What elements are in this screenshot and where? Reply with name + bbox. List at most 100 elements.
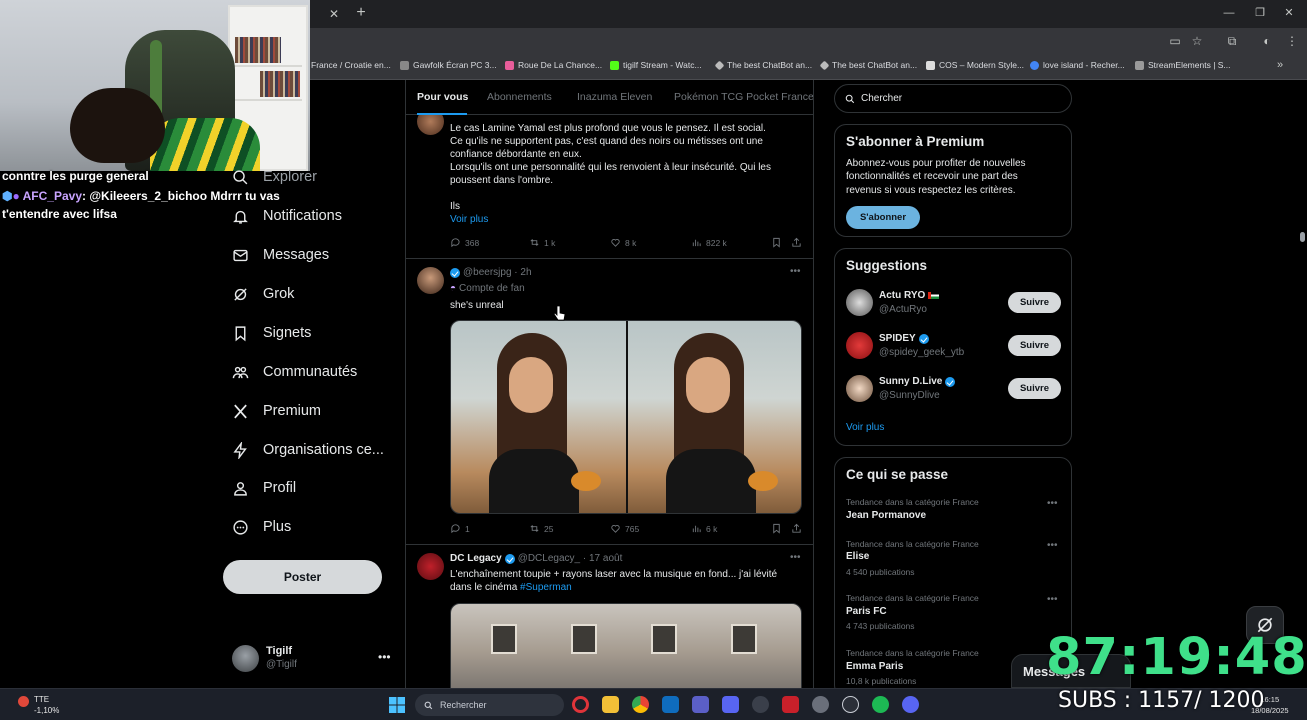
trend-more-icon[interactable]: ••• [1047, 498, 1058, 509]
suggestion-handle: @spidey_geek_ytb [879, 347, 965, 358]
opera-icon[interactable] [572, 696, 589, 713]
trend-name[interactable]: Elise [846, 551, 869, 562]
see-more-link[interactable]: Voir plus [450, 213, 806, 226]
share-button[interactable] [791, 523, 802, 534]
bookmark-item[interactable]: The best ChatBot an... [819, 60, 917, 70]
taskbar-search[interactable]: Rechercher [415, 694, 564, 716]
profile-name[interactable]: Tigilf [266, 645, 292, 657]
bookmark-item[interactable]: tigilf Stream - Watc... [610, 60, 702, 70]
tweet-media[interactable] [450, 320, 802, 514]
tweet-media[interactable] [450, 603, 802, 688]
nav-organizations[interactable]: Organisations ce... [232, 437, 384, 463]
close-tab-icon[interactable]: ✕ [326, 6, 342, 22]
maximize-icon[interactable]: ❐ [1250, 5, 1270, 21]
suggestion-name[interactable]: SPIDEY [879, 333, 929, 344]
bookmark-item[interactable]: StreamElements | S... [1135, 60, 1231, 70]
tweet-handle[interactable]: @DCLegacy_ · 17 août [518, 553, 623, 564]
windows-start-icon[interactable] [389, 697, 405, 713]
heart-icon [611, 525, 620, 533]
nav-more[interactable]: Plus [232, 514, 291, 540]
minimize-icon[interactable]: — [1219, 5, 1239, 21]
avatar[interactable] [417, 553, 444, 580]
trend-more-icon[interactable]: ••• [1047, 594, 1058, 605]
scrollbar[interactable] [1298, 80, 1307, 688]
nav-notifications[interactable]: Notifications [232, 203, 342, 229]
teams-icon[interactable] [692, 696, 709, 713]
subscribe-button[interactable]: S'abonner [846, 206, 920, 229]
avatar[interactable] [232, 645, 259, 672]
like-button[interactable]: 8 k [610, 237, 636, 248]
media-player-icon[interactable] [842, 696, 859, 713]
outlook-icon[interactable] [662, 696, 679, 713]
avatar[interactable] [846, 375, 873, 402]
follow-button[interactable]: Suivre [1008, 292, 1061, 313]
nav-premium[interactable]: Premium [232, 398, 321, 424]
nav-messages[interactable]: Messages [232, 242, 329, 268]
nav-profile[interactable]: Profil [232, 475, 296, 501]
bookmark-item[interactable]: COS – Modern Style... [926, 60, 1024, 70]
nav-explore[interactable]: Explorer [232, 164, 317, 190]
suggestion-name[interactable]: Actu RYO [879, 290, 940, 301]
tab-for-you[interactable]: Pour vous [417, 91, 468, 103]
new-tab-icon[interactable]: + [352, 4, 370, 22]
tab-following[interactable]: Abonnements [487, 91, 552, 103]
repost-button[interactable]: 1 k [529, 237, 555, 248]
share-button[interactable] [791, 237, 802, 248]
bookmark-item[interactable]: France / Croatie en... [311, 60, 391, 70]
nav-grok[interactable]: Grok [232, 281, 294, 307]
tweet-photo[interactable] [628, 321, 801, 513]
cast-icon[interactable]: ▭ [1167, 33, 1183, 49]
avatar[interactable] [846, 289, 873, 316]
views-button[interactable]: 822 k [691, 237, 727, 248]
bookmark-button[interactable] [771, 523, 782, 534]
reply-button[interactable]: 1 [450, 523, 470, 534]
see-more-link[interactable]: Voir plus [846, 422, 884, 433]
close-window-icon[interactable]: ✕ [1279, 5, 1299, 21]
file-explorer-icon[interactable] [602, 696, 619, 713]
follow-button[interactable]: Suivre [1008, 335, 1061, 356]
trend-name[interactable]: Emma Paris [846, 661, 903, 672]
discord-icon[interactable] [902, 696, 919, 713]
reply-button[interactable]: 368 [450, 237, 479, 248]
tweet-more-icon[interactable]: ••• [790, 552, 801, 563]
menu-icon[interactable]: ⋮ [1284, 33, 1300, 49]
views-button[interactable]: 6 k [691, 523, 717, 534]
trend-name[interactable]: Jean Pormanove [846, 510, 926, 521]
post-button[interactable]: Poster [223, 560, 382, 594]
bookmark-item[interactable]: The best ChatBot an... [714, 60, 812, 70]
hashtag-link[interactable]: #Superman [520, 582, 572, 593]
more-bookmarks-icon[interactable]: » [1277, 59, 1283, 71]
bookmark-item[interactable]: Roue De La Chance... [505, 60, 602, 70]
tweet-author[interactable]: DC Legacy [450, 553, 502, 564]
chrome-icon[interactable] [632, 696, 649, 713]
suggestion-name[interactable]: Sunny D.Live [879, 376, 956, 387]
extensions-icon[interactable]: ⧉ [1224, 33, 1240, 49]
avatar[interactable] [846, 332, 873, 359]
app-icon[interactable] [782, 696, 799, 713]
avatar[interactable] [417, 267, 444, 294]
obs-icon[interactable] [812, 696, 829, 713]
trend-name[interactable]: Paris FC [846, 606, 887, 617]
search-input[interactable]: Chercher [834, 84, 1072, 113]
tab-pokemon-tcg[interactable]: Pokémon TCG Pocket France [674, 91, 813, 103]
profile-icon[interactable]: ◐ [1259, 33, 1275, 49]
bookmark-item[interactable]: Gawfolk Écran PC 3... [400, 60, 497, 70]
spotify-icon[interactable] [872, 696, 889, 713]
tweet-photo[interactable] [451, 321, 626, 513]
app-icon[interactable] [722, 696, 739, 713]
stock-widget[interactable]: TTE -1,10% [34, 694, 59, 716]
app-icon[interactable] [752, 696, 769, 713]
nav-communities[interactable]: Communautés [232, 359, 357, 385]
nav-bookmarks[interactable]: Signets [232, 320, 311, 346]
bookmark-button[interactable] [771, 237, 782, 248]
bookmark-item[interactable]: love island - Recher... [1030, 60, 1125, 70]
repost-button[interactable]: 25 [529, 523, 553, 534]
follow-button[interactable]: Suivre [1008, 378, 1061, 399]
like-button[interactable]: 765 [610, 523, 639, 534]
tweet-handle[interactable]: @beersjpg · 2h [463, 267, 532, 278]
tweet-more-icon[interactable]: ••• [790, 266, 801, 277]
trend-more-icon[interactable]: ••• [1047, 540, 1058, 551]
account-menu-icon[interactable]: ••• [378, 650, 391, 664]
star-icon[interactable]: ☆ [1189, 33, 1205, 49]
tab-inazuma-eleven[interactable]: Inazuma Eleven [577, 91, 652, 103]
